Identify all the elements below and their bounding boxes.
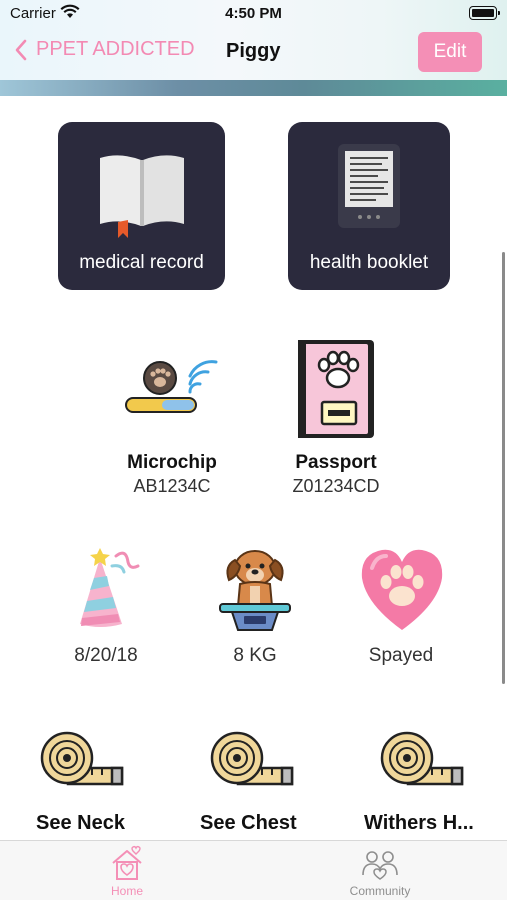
ebook-reader-icon [336, 142, 402, 235]
tab-home[interactable]: Home [77, 841, 177, 900]
edit-button[interactable]: Edit [418, 32, 482, 72]
spay-status-value: Spayed [368, 645, 434, 666]
dog-on-scale-icon [214, 546, 296, 639]
microchip-title: Microchip [127, 452, 217, 473]
passport-value: Z01234CD [292, 476, 380, 496]
microchip-icon [122, 358, 222, 425]
header-gradient-strip [0, 80, 507, 96]
passport-info: Passport Z01234CD [274, 452, 398, 497]
back-button[interactable]: PPET ADDICTED [14, 38, 195, 61]
home-heart-icon [109, 845, 145, 888]
tab-label: Home [110, 884, 143, 898]
weight-value: 8 KG [233, 645, 277, 666]
tab-label: Community [349, 884, 411, 898]
page-title: Piggy [226, 40, 281, 62]
card-label: health booklet [309, 252, 429, 273]
card-label: medical record [79, 252, 204, 273]
battery-icon [469, 6, 500, 20]
microchip-value: AB1234C [133, 476, 211, 496]
see-neck-label[interactable]: See Neck [36, 812, 125, 835]
paw-heart-icon [358, 546, 446, 639]
tab-bar: Home Community [0, 840, 507, 900]
party-hat-icon [76, 546, 140, 635]
measuring-tape-icon[interactable] [208, 730, 298, 793]
see-chest-label[interactable]: See Chest [200, 812, 297, 835]
passport-icon [296, 338, 378, 447]
vertical-scrollbar[interactable] [502, 252, 505, 684]
chevron-left-icon [15, 39, 27, 60]
navigation-bar: PPET ADDICTED Piggy Edit [0, 28, 507, 78]
book-icon [96, 148, 188, 245]
medical-record-card[interactable]: medical record [58, 122, 225, 290]
tab-community[interactable]: Community [330, 841, 430, 900]
clock: 4:50 PM [225, 5, 282, 22]
pet-profile-screen: Carrier 4:50 PM PPET ADDICTED Piggy Edit [0, 0, 507, 900]
community-icon [360, 845, 400, 888]
header: Carrier 4:50 PM PPET ADDICTED Piggy Edit [0, 0, 507, 96]
health-booklet-card[interactable]: health booklet [288, 122, 450, 290]
status-bar: Carrier 4:50 PM [0, 0, 507, 28]
withers-height-label[interactable]: Withers H... [364, 812, 474, 835]
passport-title: Passport [295, 452, 377, 473]
microchip-info: Microchip AB1234C [110, 452, 234, 497]
back-label: PPET ADDICTED [36, 38, 195, 60]
measuring-tape-icon[interactable] [378, 730, 468, 793]
measuring-tape-icon[interactable] [38, 730, 128, 793]
birthday-value: 8/20/18 [74, 645, 138, 666]
